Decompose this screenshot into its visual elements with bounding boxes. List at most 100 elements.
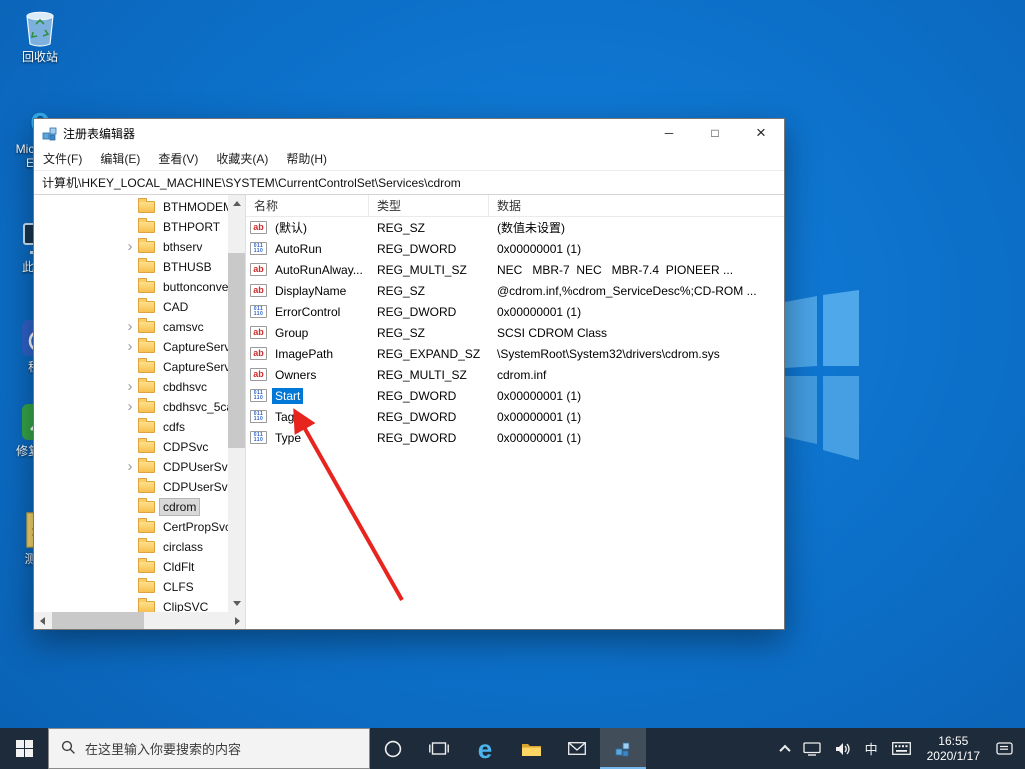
- menu-help[interactable]: 帮助(H): [277, 147, 336, 170]
- desktop: { "colors": { "accent": "#0078d7", "desk…: [0, 0, 1025, 769]
- minimize-button[interactable]: ─: [646, 119, 692, 147]
- tree-item-CDPSvc[interactable]: CDPSvc: [34, 437, 228, 457]
- list-header: 名称 类型 数据: [246, 195, 784, 217]
- registry-value-row-Type[interactable]: 011 110 Type REG_DWORD 0x00000001 (1): [246, 427, 784, 448]
- tree-item-label: CDPSvc: [163, 440, 209, 454]
- registry-value-row-ImagePath[interactable]: ab ImagePath REG_EXPAND_SZ \SystemRoot\Syst…: [246, 343, 784, 364]
- ime-indicator[interactable]: 中: [858, 728, 885, 769]
- tree-item-camsvc[interactable]: › camsvc: [34, 317, 228, 337]
- scroll-up-icon[interactable]: [228, 195, 245, 212]
- value-name: Type: [275, 430, 302, 445]
- column-header-data[interactable]: 数据: [489, 195, 784, 216]
- value-data: (数值未设置): [497, 221, 565, 235]
- dword-value-icon: 011 110: [250, 431, 267, 444]
- registry-value-row-(默认)[interactable]: ab (默认) REG_SZ (数值未设置): [246, 217, 784, 238]
- taskbar-clock[interactable]: 16:55 2020/1/17: [918, 728, 989, 769]
- scroll-down-icon[interactable]: [228, 595, 245, 612]
- tree-vertical-scrollbar[interactable]: [228, 195, 245, 612]
- tree-item-CaptureServ[interactable]: › CaptureServ: [34, 337, 228, 357]
- tree-item-label: CertPropSvc: [163, 520, 228, 534]
- menu-favorites[interactable]: 收藏夹(A): [207, 147, 277, 170]
- tree-item-CDPUserSvc[interactable]: › CDPUserSvc: [34, 457, 228, 477]
- action-center-icon[interactable]: [989, 728, 1025, 769]
- folder-icon: [138, 398, 155, 413]
- tree-item-CertPropSvc[interactable]: CertPropSvc: [34, 517, 228, 537]
- expand-chevron-icon[interactable]: ›: [122, 458, 138, 476]
- tree-item-circlass[interactable]: circlass: [34, 537, 228, 557]
- expand-chevron-icon[interactable]: ›: [122, 318, 138, 336]
- folder-icon: [138, 318, 155, 333]
- tree-item-CaptureServ[interactable]: CaptureServ: [34, 357, 228, 377]
- column-header-name[interactable]: 名称: [246, 195, 369, 216]
- tree-item-label: cbdhsvc_5ca: [163, 400, 228, 414]
- tree-item-BTHUSB[interactable]: BTHUSB: [34, 257, 228, 277]
- registry-value-row-Group[interactable]: ab Group REG_SZ SCSI CDROM Class: [246, 322, 784, 343]
- hidden-icons-chevron[interactable]: [774, 728, 796, 769]
- maximize-button[interactable]: □: [692, 119, 738, 147]
- mail-button[interactable]: [554, 728, 600, 769]
- touch-keyboard-icon[interactable]: [885, 728, 918, 769]
- edge-taskbar-button[interactable]: e: [462, 728, 508, 769]
- folder-icon: [521, 743, 541, 756]
- menu-edit[interactable]: 编辑(E): [91, 147, 149, 170]
- menu-view[interactable]: 查看(V): [149, 147, 207, 170]
- expand-chevron-icon[interactable]: ›: [122, 398, 138, 416]
- scroll-left-icon[interactable]: [34, 612, 51, 629]
- network-icon[interactable]: [796, 728, 828, 769]
- registry-value-row-ErrorControl[interactable]: 011 110 ErrorControl REG_DWORD 0x00000001 (1…: [246, 301, 784, 322]
- folder-icon: [138, 218, 155, 233]
- tree-item-cbdhsvc_5ca[interactable]: › cbdhsvc_5ca: [34, 397, 228, 417]
- registry-value-row-DisplayName[interactable]: ab DisplayName REG_SZ @cdrom.inf,%cdrom_Ser…: [246, 280, 784, 301]
- scrollbar-thumb[interactable]: [52, 612, 144, 629]
- registry-editor-taskbar-button[interactable]: [600, 728, 646, 769]
- value-type: REG_DWORD: [377, 388, 457, 403]
- expand-chevron-icon[interactable]: ›: [122, 378, 138, 396]
- tree-item-buttonconve[interactable]: buttonconve: [34, 277, 228, 297]
- tree-item-CDPUserSvc[interactable]: CDPUserSvc: [34, 477, 228, 497]
- tree-item-label: cbdhsvc: [163, 380, 208, 394]
- registry-value-row-Owners[interactable]: ab Owners REG_MULTI_SZ cdrom.inf: [246, 364, 784, 385]
- tree-item-CAD[interactable]: CAD: [34, 297, 228, 317]
- start-button[interactable]: [0, 728, 48, 769]
- tree-item-CLFS[interactable]: CLFS: [34, 577, 228, 597]
- tree-item-ClipSVC[interactable]: ClipSVC: [34, 597, 228, 612]
- tree-horizontal-scrollbar[interactable]: [34, 612, 245, 629]
- close-button[interactable]: ×: [738, 119, 784, 147]
- taskbar-search-box[interactable]: 在这里输入你要搜索的内容: [48, 728, 370, 769]
- tree-item-BTHPORT[interactable]: BTHPORT: [34, 217, 228, 237]
- task-view-button[interactable]: [416, 728, 462, 769]
- title-bar[interactable]: 注册表编辑器 ─ □ ×: [34, 119, 784, 147]
- scroll-right-icon[interactable]: [229, 612, 245, 629]
- tree-item-bthserv[interactable]: › bthserv: [34, 237, 228, 257]
- folder-icon: [138, 378, 155, 393]
- registry-value-row-Start[interactable]: 011 110 Start REG_DWORD 0x00000001 (1): [246, 385, 784, 406]
- desktop-icon-recycle-bin[interactable]: 回收站: [8, 8, 72, 64]
- volume-icon[interactable]: [828, 728, 858, 769]
- value-type: REG_DWORD: [377, 304, 457, 319]
- expand-chevron-icon[interactable]: ›: [122, 238, 138, 256]
- registry-editor-icon: [42, 126, 57, 141]
- expand-chevron-icon[interactable]: ›: [122, 338, 138, 356]
- tree-item-cdfs[interactable]: cdfs: [34, 417, 228, 437]
- file-explorer-button[interactable]: [508, 728, 554, 769]
- registry-value-list: ab (默认) REG_SZ (数值未设置) 011 110 AutoRun REG_DWOR…: [246, 217, 784, 448]
- tree-item-CldFlt[interactable]: CldFlt: [34, 557, 228, 577]
- tree-item-cdrom[interactable]: cdrom: [34, 497, 228, 517]
- address-bar[interactable]: 计算机\HKEY_LOCAL_MACHINE\SYSTEM\CurrentCon…: [34, 170, 784, 195]
- column-header-type[interactable]: 类型: [369, 195, 489, 216]
- cortana-button[interactable]: [370, 728, 416, 769]
- tree-item-BTHMODEM[interactable]: BTHMODEM: [34, 197, 228, 217]
- tree-item-cbdhsvc[interactable]: › cbdhsvc: [34, 377, 228, 397]
- value-type: REG_MULTI_SZ: [377, 367, 467, 382]
- registry-value-row-Tag[interactable]: 011 110 Tag REG_DWORD 0x00000001 (1): [246, 406, 784, 427]
- value-data: cdrom.inf: [497, 367, 547, 382]
- registry-value-row-AutoRun[interactable]: 011 110 AutoRun REG_DWORD 0x00000001 (1): [246, 238, 784, 259]
- menu-file[interactable]: 文件(F): [34, 147, 91, 170]
- scrollbar-thumb[interactable]: [228, 253, 245, 448]
- value-name: Start: [272, 387, 304, 404]
- value-data: 0x00000001 (1): [497, 241, 582, 256]
- menu-bar: 文件(F) 编辑(E) 查看(V) 收藏夹(A) 帮助(H): [34, 147, 784, 170]
- registry-value-row-AutoRunAlway...[interactable]: ab AutoRunAlway... REG_MULTI_SZ NEC MBR-7 N…: [246, 259, 784, 280]
- value-data: NEC MBR-7 NEC MBR-7.4 PIONEER ...: [497, 262, 734, 277]
- tree-item-label: cdrom: [158, 498, 201, 516]
